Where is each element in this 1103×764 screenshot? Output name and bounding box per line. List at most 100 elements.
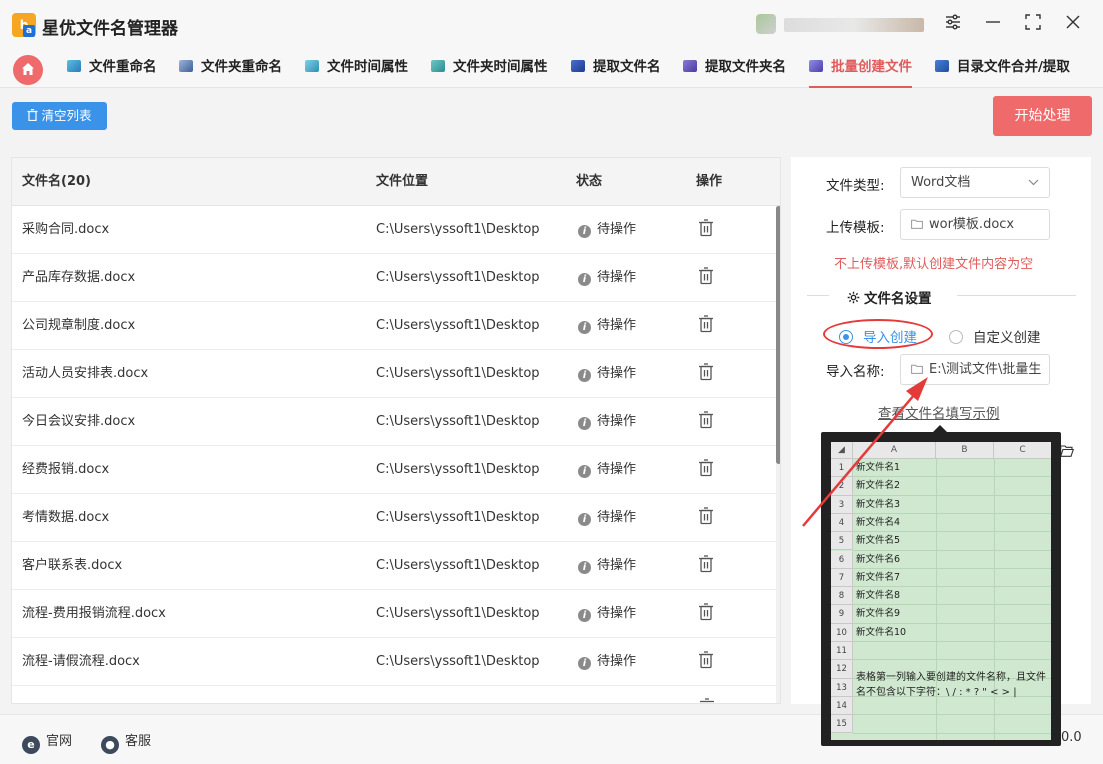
folder-icon	[911, 364, 923, 374]
table-row[interactable]: 公司规章制度.docx C:\Users\yssoft1\Desktop i 待操作	[12, 302, 776, 350]
column-header-location[interactable]: 文件位置	[376, 158, 428, 206]
column-header-name[interactable]: 文件名(20)	[22, 158, 91, 206]
toolbar: 清空列表 开始处理	[0, 88, 1103, 146]
table-row[interactable]: 今日会议安排.docx C:\Users\yssoft1\Desktop i 待操作	[12, 398, 776, 446]
file-location-cell: C:\Users\yssoft1\Desktop	[376, 318, 540, 333]
delete-icon[interactable]	[698, 555, 714, 577]
minimize-icon[interactable]	[980, 12, 1006, 38]
file-table: 文件名(20) 文件位置 状态 操作 采购合同.docx C:\Users\yss…	[11, 157, 781, 704]
delete-icon[interactable]	[698, 507, 714, 529]
extract-filename-icon	[571, 60, 585, 72]
sheet-cell: 新文件名7	[856, 571, 901, 583]
sheet-row-number: 2	[831, 477, 853, 496]
tab-folder-time[interactable]: 文件夹时间属性	[431, 50, 548, 88]
table-row[interactable]: 采购合同.docx C:\Users\yssoft1\Desktop i 待操作	[12, 206, 776, 254]
template-upload-field[interactable]: wor模板.docx	[900, 209, 1050, 240]
support-link[interactable]: ● 客服	[101, 730, 151, 754]
status-cell: i 待操作	[578, 350, 636, 398]
batch-create-icon	[809, 60, 823, 72]
file-name-cell: 采购合同.docx	[22, 222, 110, 237]
website-link[interactable]: e 官网	[22, 730, 72, 754]
table-row[interactable]: 经费报销.docx C:\Users\yssoft1\Desktop i 待操作	[12, 446, 776, 494]
tab-dir-merge[interactable]: 目录文件合并/提取	[935, 50, 1070, 88]
user-avatar[interactable]	[756, 14, 776, 34]
delete-icon[interactable]	[698, 267, 714, 289]
table-row[interactable]: 产品库存数据.docx C:\Users\yssoft1\Desktop i 待操作	[12, 254, 776, 302]
status-cell: i 待操作	[578, 206, 636, 254]
home-button[interactable]	[13, 55, 43, 85]
filename-settings-section: 文件名设置	[807, 287, 1076, 307]
sheet-row-number: 15	[831, 715, 853, 734]
open-folder-icon[interactable]	[1060, 444, 1074, 458]
template-warning: 不上传模板,默认创建文件内容为空	[834, 257, 1034, 272]
tab-file-time[interactable]: 文件时间属性	[305, 50, 408, 88]
file-name-cell: 流程-费用报销流程.docx	[22, 606, 166, 621]
tab-extract-filename[interactable]: 提取文件名	[571, 50, 661, 88]
file-location-cell: C:\Users\yssoft1\Desktop	[376, 462, 540, 477]
tab-batch-create[interactable]: 批量创建文件	[809, 50, 912, 88]
delete-icon[interactable]	[698, 651, 714, 673]
sheet-cell: 新文件名6	[856, 553, 901, 565]
info-icon: i	[578, 321, 591, 334]
file-location-cell: C:\Users\yssoft1\Desktop	[376, 270, 540, 285]
sheet-cell: 新文件名8	[856, 590, 901, 602]
file-name-cell: 经费报销.docx	[22, 462, 110, 477]
status-cell: i 待操作	[578, 398, 636, 446]
scrollbar-thumb[interactable]	[776, 206, 780, 464]
file-time-icon	[305, 60, 319, 72]
tab-file-rename[interactable]: 文件重命名	[67, 50, 157, 88]
radio-custom-create[interactable]: 自定义创建	[949, 326, 1041, 346]
sheet-row-number: 3	[831, 495, 853, 514]
table-row-partial[interactable]	[12, 686, 776, 704]
delete-icon[interactable]	[698, 603, 714, 625]
clear-list-button[interactable]: 清空列表	[12, 102, 107, 130]
sheet-cell: 新文件名2	[856, 480, 901, 492]
title-bar: ba 星优文件名管理器	[0, 0, 1103, 50]
delete-icon[interactable]	[699, 698, 715, 704]
file-name-cell: 产品库存数据.docx	[22, 270, 136, 285]
delete-icon[interactable]	[698, 411, 714, 433]
table-row[interactable]: 流程-费用报销流程.docx C:\Users\yssoft1\Desktop i 待…	[12, 590, 776, 638]
example-popup: ◢ A B C 1 新文件名1 2 新文件名2 3 新文件名3 4 新文件名4 5 新文件名5 6 新…	[821, 425, 1061, 746]
tab-extract-foldername[interactable]: 提取文件夹名	[683, 50, 786, 88]
file-name-cell: 流程-请假流程.docx	[22, 654, 140, 669]
delete-icon[interactable]	[698, 363, 714, 385]
table-row[interactable]: 流程-请假流程.docx C:\Users\yssoft1\Desktop i 待操作	[12, 638, 776, 686]
sheet-col-c: C	[1019, 445, 1026, 455]
file-name-cell: 活动人员安排表.docx	[22, 366, 149, 381]
status-cell: i 待操作	[578, 638, 636, 686]
file-name-cell: 今日会议安排.docx	[22, 414, 136, 429]
delete-icon[interactable]	[698, 315, 714, 337]
info-icon: i	[578, 609, 591, 622]
start-process-button[interactable]: 开始处理	[993, 96, 1092, 136]
import-name-label: 导入名称:	[826, 364, 885, 380]
maximize-icon[interactable]	[1020, 12, 1046, 38]
sheet-row-number: 13	[831, 678, 853, 697]
status-cell: i 待操作	[578, 446, 636, 494]
table-row[interactable]: 考情数据.docx C:\Users\yssoft1\Desktop i 待操作	[12, 494, 776, 542]
status-cell: i 待操作	[578, 542, 636, 590]
table-row[interactable]: 客户联系表.docx C:\Users\yssoft1\Desktop i 待操作	[12, 542, 776, 590]
sheet-cell: 新文件名10	[856, 626, 907, 638]
table-row[interactable]: 活动人员安排表.docx C:\Users\yssoft1\Desktop i 待操作	[12, 350, 776, 398]
column-header-status[interactable]: 状态	[576, 158, 602, 206]
import-name-field[interactable]: E:\测试文件\批量生	[900, 354, 1050, 385]
column-header-action: 操作	[696, 174, 723, 189]
tab-folder-rename[interactable]: 文件夹重命名	[179, 50, 282, 88]
table-scrollbar[interactable]	[776, 206, 780, 703]
sheet-column-headers: ◢ A B C	[831, 442, 1051, 459]
view-example-link[interactable]: 查看文件名填写示例	[878, 402, 1000, 422]
info-icon: i	[578, 273, 591, 286]
delete-icon[interactable]	[698, 219, 714, 241]
template-label: 上传模板:	[826, 220, 885, 236]
file-type-select[interactable]: Word文档	[900, 167, 1050, 198]
file-type-label: 文件类型:	[826, 178, 885, 194]
sheet-cell: 新文件名5	[856, 535, 901, 547]
sheet-row-number: 1	[831, 459, 853, 478]
file-name-cell: 考情数据.docx	[22, 510, 110, 525]
info-icon: i	[578, 369, 591, 382]
user-name-blurred	[784, 18, 924, 32]
close-icon[interactable]	[1060, 12, 1086, 38]
settings-icon[interactable]	[940, 12, 966, 38]
delete-icon[interactable]	[698, 459, 714, 481]
